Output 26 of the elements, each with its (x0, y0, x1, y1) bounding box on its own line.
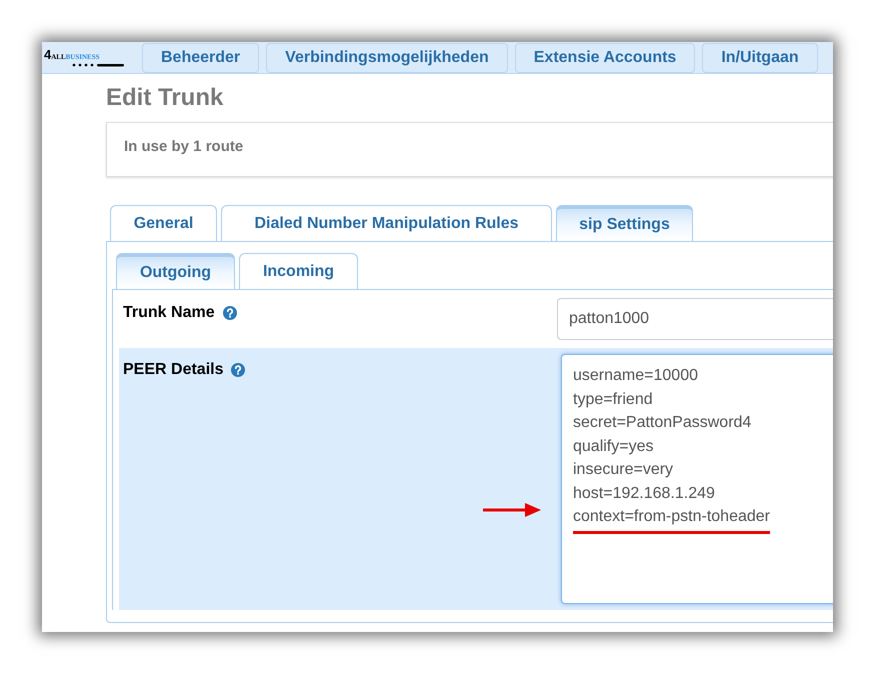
config-line: type=friend (573, 390, 653, 410)
help-icon[interactable] (231, 363, 246, 377)
tab[interactable]: Incoming (239, 253, 358, 289)
nav-tab[interactable]: Verbindingsmogelijkheden (266, 42, 508, 72)
field-label: Trunk Name (123, 303, 215, 323)
page-title: Edit Trunk (106, 84, 224, 112)
tab[interactable]: General (110, 205, 217, 241)
config-line: username=10000 (573, 366, 698, 386)
tab[interactable]: sip Settings (556, 205, 693, 241)
config-line: insecure=very (573, 460, 674, 480)
usage-note: In use by 1 route (124, 138, 244, 155)
field-label: PEER Details (123, 360, 224, 380)
logo-numeral: 4 (44, 48, 52, 61)
peer-details-field[interactable]: username=10000 type=friend secret=PattonPassword4 qualify=yes insecure=very host=192.168.1.249 context=from-pstn-toheader (561, 354, 833, 604)
trunk-name-field[interactable]: patton1000 (557, 298, 833, 340)
help-icon[interactable] (222, 306, 237, 320)
nav-tab[interactable]: Extensie Accounts (514, 42, 696, 72)
arrow-icon (483, 503, 541, 517)
config-line: qualify=yes (573, 436, 654, 456)
config-line: context=from-pstn-toheader (573, 505, 770, 534)
nav-tab[interactable]: Beheerder (142, 42, 260, 72)
tab[interactable]: Dialed Number Manipulation Rules (221, 205, 552, 241)
config-line: secret=PattonPassword4 (573, 413, 752, 433)
nav-tab[interactable]: In/Uitgaan (702, 42, 818, 72)
config-line: host=192.168.1.249 (573, 484, 715, 504)
tab[interactable]: Outgoing (116, 253, 235, 289)
